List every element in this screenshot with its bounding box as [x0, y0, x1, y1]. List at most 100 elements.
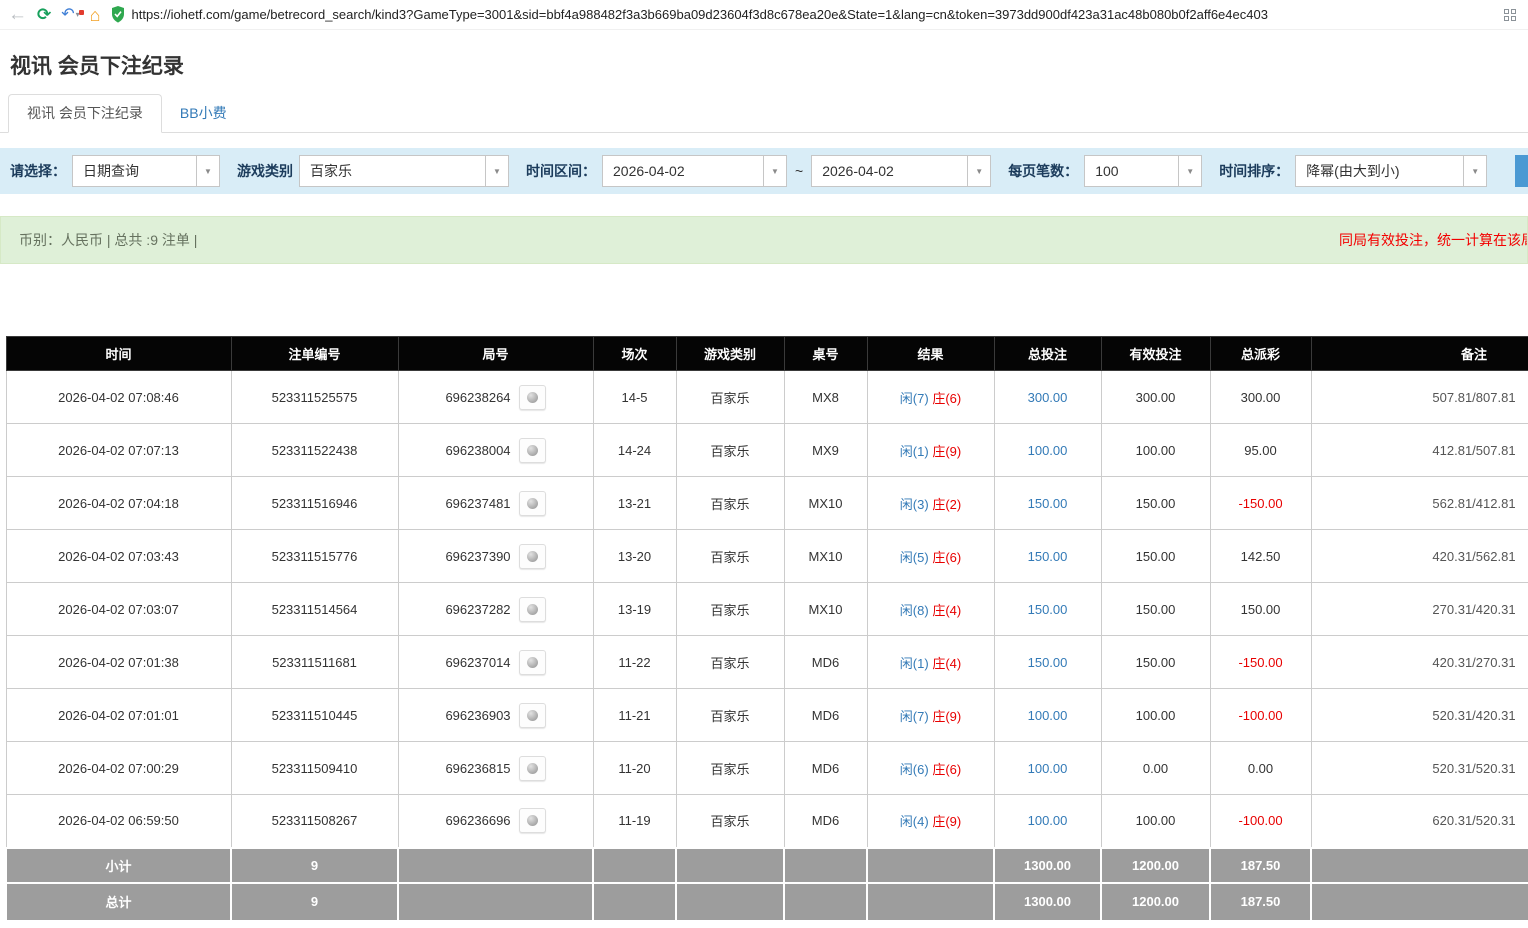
game-replay-icon[interactable]: [519, 808, 546, 833]
chevron-down-icon[interactable]: ▼: [1178, 156, 1201, 186]
table-row: 2026-04-02 07:03:07523311514564696237282…: [6, 583, 1528, 636]
chevron-down-icon[interactable]: ▼: [763, 156, 786, 186]
date-to-select[interactable]: 2026-04-02 ▼: [811, 155, 991, 187]
ball-glyph: [527, 604, 538, 615]
column-header: 总投注: [994, 337, 1101, 371]
cell-payout: -150.00: [1210, 636, 1311, 689]
apps-grid-icon[interactable]: [1504, 9, 1516, 21]
game-replay-icon[interactable]: [519, 544, 546, 569]
result-player: 闲(4): [900, 814, 929, 829]
footer-cell: [867, 883, 994, 921]
currency-summary-text: 币别：人民币 | 总共 :9 注单 |: [19, 230, 197, 250]
game-replay-icon[interactable]: [519, 650, 546, 675]
undo-control: ↶ ▾: [61, 7, 79, 23]
chevron-down-icon[interactable]: ▼: [196, 156, 219, 186]
result-player: 闲(8): [900, 603, 929, 618]
result-banker: 庄(2): [932, 497, 961, 512]
result-banker: 庄(4): [932, 603, 961, 618]
game-replay-icon[interactable]: [519, 756, 546, 781]
cell-total-bet: 300.00: [994, 371, 1101, 424]
ball-glyph: [527, 392, 538, 403]
cell-valid-bet: 100.00: [1101, 689, 1210, 742]
table-row: 2026-04-02 07:04:18523311516946696237481…: [6, 477, 1528, 530]
footer-label: 小计: [6, 848, 231, 883]
cell-payout: 95.00: [1210, 424, 1311, 477]
date-from-value: 2026-04-02: [603, 156, 763, 186]
search-button[interactable]: [1515, 155, 1528, 187]
game-replay-icon[interactable]: [519, 385, 546, 410]
cell-round-id: 696238004: [398, 424, 593, 477]
home-icon[interactable]: ⌂: [90, 6, 101, 24]
footer-cell: [784, 848, 867, 883]
game-replay-icon[interactable]: [519, 597, 546, 622]
page-size-value: 100: [1085, 156, 1178, 186]
chevron-down-icon[interactable]: ▼: [485, 156, 508, 186]
tab-bb-tip[interactable]: BB小费: [162, 95, 245, 132]
sort-order-select[interactable]: 降幂(由大到小) ▼: [1295, 155, 1487, 187]
cell-table-no: MX8: [784, 371, 867, 424]
round-id-text: 696238264: [445, 390, 510, 405]
chevron-down-icon[interactable]: ▼: [1463, 156, 1486, 186]
tab-bet-records[interactable]: 视讯 会员下注纪录: [8, 94, 162, 133]
ball-glyph: [527, 498, 538, 509]
round-id-text: 696237390: [445, 549, 510, 564]
cell-payout: 150.00: [1210, 583, 1311, 636]
ball-glyph: [527, 815, 538, 826]
game-replay-icon[interactable]: [519, 703, 546, 728]
cell-note: 412.81/507.81: [1311, 424, 1528, 477]
cell-game-type: 百家乐: [676, 371, 784, 424]
cell-valid-bet: 100.00: [1101, 795, 1210, 848]
cell-table-no: MD6: [784, 636, 867, 689]
table-header-row: 时间注单编号局号场次游戏类别桌号结果总投注有效投注总派彩备注: [6, 337, 1528, 371]
footer-cell: [398, 883, 593, 921]
game-type-value: 百家乐: [300, 156, 485, 186]
game-replay-icon[interactable]: [519, 491, 546, 516]
cell-valid-bet: 300.00: [1101, 371, 1210, 424]
footer-cell: [784, 883, 867, 921]
cell-payout: 300.00: [1210, 371, 1311, 424]
cell-bet-id: 523311510445: [231, 689, 398, 742]
column-header: 场次: [593, 337, 676, 371]
cell-payout: -100.00: [1210, 689, 1311, 742]
result-banker: 庄(9): [932, 709, 961, 724]
valid-bet-notice-text: 同局有效投注，统一计算在该局: [1339, 230, 1528, 250]
cell-result: 闲(3) 庄(2): [867, 477, 994, 530]
cell-total-bet: 100.00: [994, 424, 1101, 477]
cell-valid-bet: 150.00: [1101, 477, 1210, 530]
query-type-label: 请选择：: [10, 161, 66, 181]
date-from-select[interactable]: 2026-04-02 ▼: [602, 155, 787, 187]
cell-round-id: 696236696: [398, 795, 593, 848]
game-type-select[interactable]: 百家乐 ▼: [299, 155, 509, 187]
cell-time: 2026-04-02 06:59:50: [6, 795, 231, 848]
cell-time: 2026-04-02 07:03:07: [6, 583, 231, 636]
cell-note: 520.31/420.31: [1311, 689, 1528, 742]
footer-valid-bet: 1200.00: [1101, 883, 1210, 921]
ball-glyph: [527, 445, 538, 456]
game-replay-icon[interactable]: [519, 438, 546, 463]
undo-icon[interactable]: ↶: [61, 7, 74, 23]
page-size-select[interactable]: 100 ▼: [1084, 155, 1202, 187]
address-bar[interactable]: https://iohetf.com/game/betrecord_search…: [111, 6, 1494, 23]
browser-toolbar: ← ⟳ ↶ ▾ ⌂ https://iohetf.com/game/betrec…: [0, 0, 1528, 30]
cell-note: 270.31/420.31: [1311, 583, 1528, 636]
cell-game-type: 百家乐: [676, 636, 784, 689]
refresh-icon[interactable]: ⟳: [37, 6, 51, 23]
query-type-value: 日期查询: [73, 156, 196, 186]
url-text[interactable]: https://iohetf.com/game/betrecord_search…: [132, 7, 1268, 22]
cell-bet-id: 523311525575: [231, 371, 398, 424]
cell-total-bet: 100.00: [994, 689, 1101, 742]
round-id-text: 696236815: [445, 761, 510, 776]
cell-bet-id: 523311514564: [231, 583, 398, 636]
round-id-text: 696238004: [445, 443, 510, 458]
cell-note: 507.81/807.81: [1311, 371, 1528, 424]
cell-table-no: MD6: [784, 689, 867, 742]
records-table: 时间注单编号局号场次游戏类别桌号结果总投注有效投注总派彩备注 2026-04-02…: [5, 336, 1528, 922]
cell-game-type: 百家乐: [676, 530, 784, 583]
result-player: 闲(7): [900, 709, 929, 724]
chevron-down-icon[interactable]: ▼: [967, 156, 990, 186]
query-type-select[interactable]: 日期查询 ▼: [72, 155, 220, 187]
cell-result: 闲(8) 庄(4): [867, 583, 994, 636]
cell-session: 14-5: [593, 371, 676, 424]
back-icon[interactable]: ←: [8, 5, 27, 24]
notification-dot: [79, 10, 84, 15]
